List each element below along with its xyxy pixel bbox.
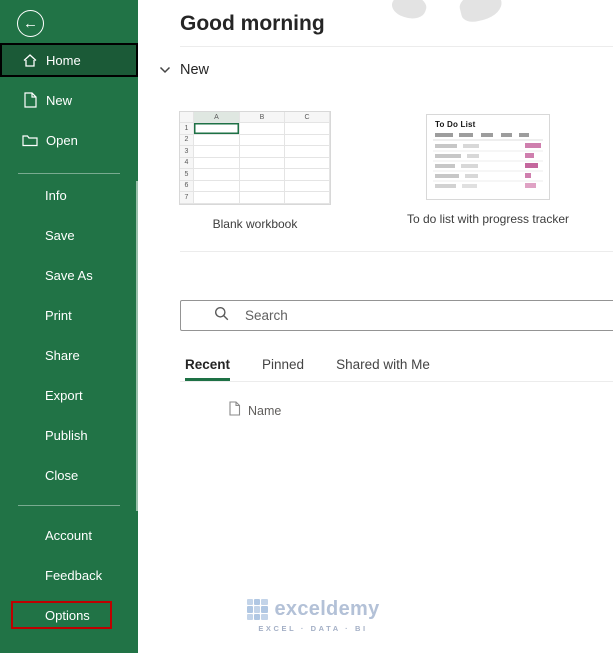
sidebar-item-label: Save As (45, 268, 93, 283)
sidebar-item-label: Options (45, 608, 90, 623)
sidebar-item-label: New (46, 93, 72, 108)
sidebar-item-feedback[interactable]: Feedback (0, 555, 138, 595)
tab-pinned[interactable]: Pinned (262, 357, 304, 381)
sidebar-item-export[interactable]: Export (0, 375, 138, 415)
sidebar-item-label: Save (45, 228, 75, 243)
todo-list-thumbnail: To Do List (426, 114, 550, 200)
new-section-header[interactable]: New (158, 62, 613, 78)
sidebar-item-label: Feedback (45, 568, 102, 583)
file-list-tabs: Recent Pinned Shared with Me (185, 357, 613, 381)
search-box (180, 300, 613, 331)
sidebar-item-label: Publish (45, 428, 88, 443)
template-blank-workbook[interactable]: A B C 1 2 3 4 5 6 7 Blank workbook (180, 111, 330, 231)
sidebar-item-label: Print (45, 308, 72, 323)
new-section-label: New (180, 62, 209, 78)
sidebar-item-label: Export (45, 388, 83, 403)
backstage-sidebar: ← Home New Open Info Save Save As Print … (0, 0, 138, 653)
template-gallery: A B C 1 2 3 4 5 6 7 Blank workbook To Do… (180, 111, 613, 231)
sidebar-divider (18, 505, 120, 506)
sidebar-item-account[interactable]: Account (0, 515, 138, 555)
sidebar-item-new[interactable]: New (0, 80, 138, 120)
sidebar-item-label: Share (45, 348, 80, 363)
home-icon (22, 52, 38, 68)
watermark-tagline: EXCEL · DATA · BI (238, 624, 388, 633)
search-icon (214, 306, 229, 326)
sidebar-item-label: Info (45, 188, 67, 203)
back-arrow-icon: ← (23, 15, 38, 32)
template-title: To do list with progress tracker (407, 212, 569, 226)
sidebar-item-close[interactable]: Close (0, 455, 138, 495)
backstage-home-pane: Good morning New A B C 1 2 3 4 5 6 (138, 0, 613, 653)
sidebar-divider (18, 173, 120, 174)
new-document-icon (22, 92, 38, 108)
tab-recent[interactable]: Recent (185, 357, 230, 381)
sidebar-item-label: Close (45, 468, 78, 483)
blank-workbook-thumbnail: A B C 1 2 3 4 5 6 7 (179, 111, 331, 205)
name-column-label: Name (248, 404, 281, 418)
sidebar-item-label: Home (46, 53, 81, 68)
sidebar-item-print[interactable]: Print (0, 295, 138, 335)
sidebar-item-save[interactable]: Save (0, 215, 138, 255)
sidebar-item-label: Open (46, 133, 78, 148)
open-folder-icon (22, 132, 38, 148)
sidebar-item-open[interactable]: Open (0, 120, 138, 160)
back-button[interactable]: ← (17, 10, 44, 37)
todo-thumbnail-heading: To Do List (435, 120, 543, 129)
sidebar-item-save-as[interactable]: Save As (0, 255, 138, 295)
template-title: Blank workbook (213, 217, 298, 231)
section-divider (180, 46, 613, 47)
file-icon (228, 401, 241, 421)
chevron-down-icon (158, 66, 172, 74)
name-column-header[interactable]: Name (228, 401, 613, 421)
todo-thumbnail-graphic (433, 131, 543, 193)
grid-logo-icon (247, 599, 268, 620)
section-divider (180, 251, 613, 252)
sidebar-item-home[interactable]: Home (0, 43, 138, 77)
tab-shared-with-me[interactable]: Shared with Me (336, 357, 430, 381)
sidebar-item-label: Account (45, 528, 92, 543)
sidebar-item-share[interactable]: Share (0, 335, 138, 375)
exceldemy-watermark: exceldemy EXCEL · DATA · BI (238, 598, 388, 633)
greeting-heading: Good morning (180, 12, 613, 36)
tabs-divider (180, 381, 613, 382)
watermark-brand: exceldemy (275, 598, 380, 621)
sidebar-item-info[interactable]: Info (0, 175, 138, 215)
sidebar-item-options[interactable]: Options (0, 595, 138, 635)
search-input[interactable] (245, 308, 613, 323)
sidebar-item-publish[interactable]: Publish (0, 415, 138, 455)
template-todo-list[interactable]: To Do List (413, 111, 563, 231)
